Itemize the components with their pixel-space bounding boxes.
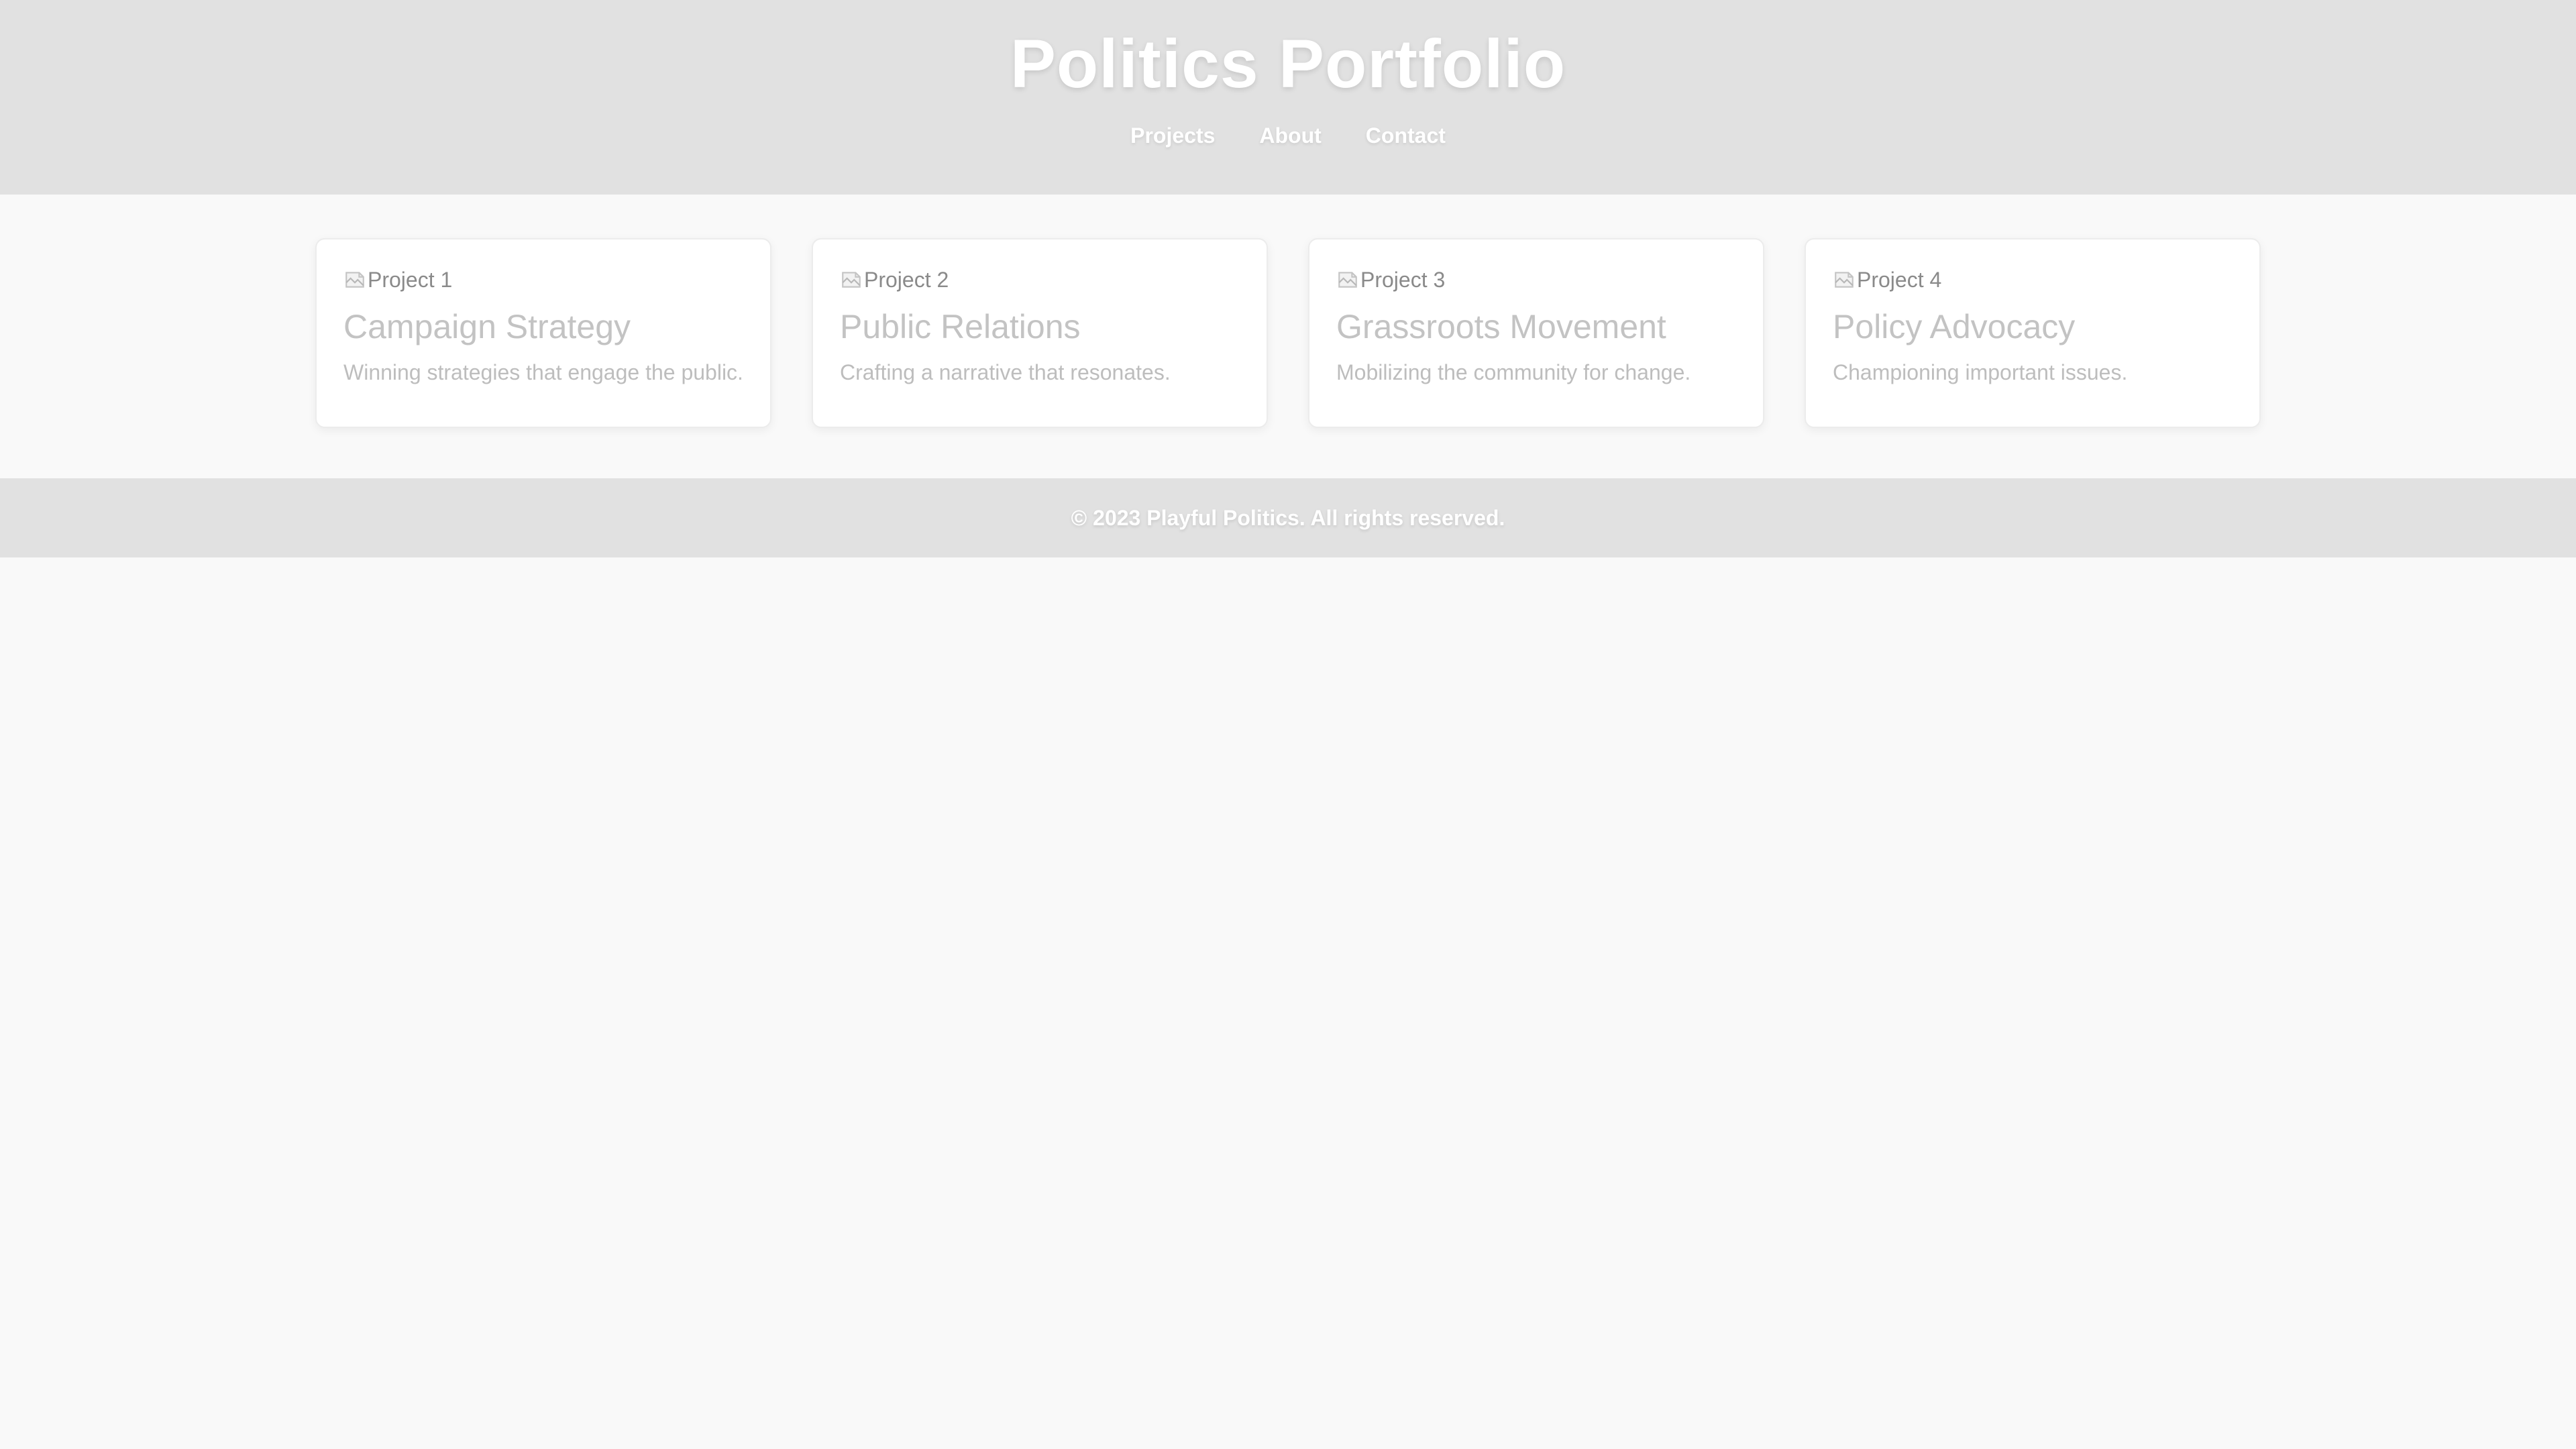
broken-image-icon (842, 272, 861, 288)
project-card: Project 4 Policy Advocacy Championing im… (1805, 238, 2261, 428)
project-image-alt: Project 4 (1857, 267, 1942, 292)
project-description: Winning strategies that engage the publi… (343, 360, 743, 384)
project-title: Campaign Strategy (343, 308, 631, 345)
projects-grid: Project 1 Campaign Strategy Winning stra… (0, 195, 2576, 478)
main-nav: Projects About Contact (0, 123, 2576, 148)
copyright-text: © 2023 Playful Politics. All rights rese… (1071, 505, 1505, 530)
project-description: Championing important issues. (1833, 360, 2128, 384)
project-image: Project 4 (1833, 265, 2233, 294)
project-description: Mobilizing the community for change. (1336, 360, 1691, 384)
project-card: Project 3 Grassroots Movement Mobilizing… (1308, 238, 1764, 428)
project-card: Project 1 Campaign Strategy Winning stra… (315, 238, 771, 428)
project-image-alt: Project 1 (368, 267, 453, 292)
project-title: Policy Advocacy (1833, 308, 2076, 345)
broken-image-icon (1835, 272, 1854, 288)
project-image: Project 1 (343, 265, 743, 294)
nav-link-contact[interactable]: Contact (1366, 123, 1446, 148)
project-card: Project 2 Public Relations Crafting a na… (812, 238, 1268, 428)
site-title: Politics Portfolio (1010, 25, 1566, 102)
project-image: Project 2 (840, 265, 1240, 294)
site-header: Politics Portfolio Projects About Contac… (0, 0, 2576, 195)
project-title: Public Relations (840, 308, 1081, 345)
nav-link-about[interactable]: About (1259, 123, 1321, 148)
broken-image-icon (345, 272, 364, 288)
site-footer: © 2023 Playful Politics. All rights rese… (0, 478, 2576, 557)
project-title: Grassroots Movement (1336, 308, 1666, 345)
project-image: Project 3 (1336, 265, 1736, 294)
page: Politics Portfolio Projects About Contac… (0, 0, 2576, 1449)
project-image-alt: Project 2 (864, 267, 949, 292)
project-image-alt: Project 3 (1360, 267, 1446, 292)
broken-image-icon (1338, 272, 1357, 288)
nav-link-projects[interactable]: Projects (1130, 123, 1215, 148)
project-description: Crafting a narrative that resonates. (840, 360, 1171, 384)
